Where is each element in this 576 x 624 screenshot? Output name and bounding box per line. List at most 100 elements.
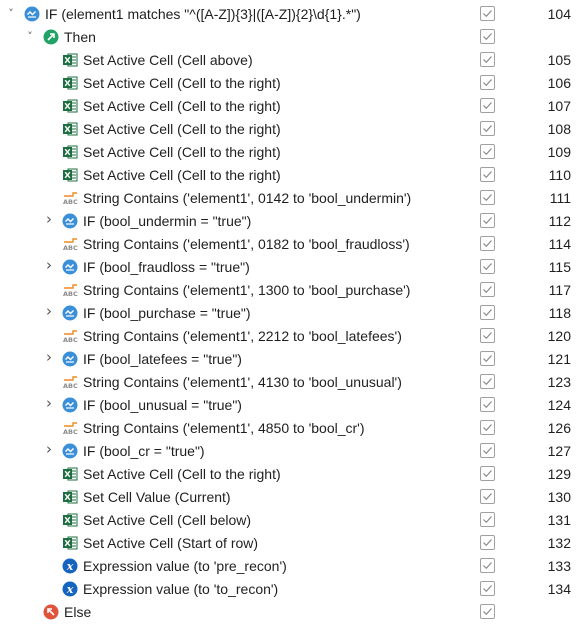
tree-row[interactable]: Set Active Cell (Cell to the right) 107 xyxy=(0,95,576,118)
enabled-checkbox[interactable] xyxy=(480,190,495,205)
enabled-checkbox[interactable] xyxy=(480,604,495,619)
enabled-checkbox[interactable] xyxy=(480,213,495,228)
enabled-checkbox[interactable] xyxy=(480,6,495,21)
excel-icon xyxy=(62,535,78,551)
checkmark-icon xyxy=(483,56,492,64)
checkmark-icon xyxy=(483,286,492,294)
enabled-checkbox[interactable] xyxy=(480,305,495,320)
tree-row[interactable]: Set Active Cell (Cell to the right) 106 xyxy=(0,72,576,95)
enabled-checkbox[interactable] xyxy=(480,259,495,274)
tree-row[interactable]: Set Active Cell (Cell to the right) 129 xyxy=(0,463,576,486)
line-number: 108 xyxy=(547,121,571,137)
if-condition-icon xyxy=(62,351,78,367)
chevron-right-icon[interactable]: › xyxy=(43,304,55,319)
tree-row[interactable]: ABC String Contains ('element1', 4130 to … xyxy=(0,371,576,394)
checkmark-icon xyxy=(483,470,492,478)
tree-row[interactable]: Set Active Cell (Cell to the right) 110 xyxy=(0,164,576,187)
enabled-checkbox[interactable] xyxy=(480,52,495,67)
tree-row[interactable]: › IF (bool_cr = "true") 127 xyxy=(0,440,576,463)
enabled-checkbox[interactable] xyxy=(480,535,495,550)
checkmark-icon xyxy=(483,240,492,248)
tree-row[interactable]: Set Active Cell (Cell below) 131 xyxy=(0,509,576,532)
chevron-right-icon[interactable]: › xyxy=(43,350,55,365)
checkmark-icon xyxy=(483,33,492,41)
action-label: Set Active Cell (Cell to the right) xyxy=(83,121,281,137)
tree-row[interactable]: › IF (bool_fraudloss = "true") 115 xyxy=(0,256,576,279)
line-number: 131 xyxy=(547,512,571,528)
chevron-down-icon[interactable]: ˅ xyxy=(5,7,17,21)
enabled-checkbox[interactable] xyxy=(480,397,495,412)
tree-row[interactable]: x Expression value (to 'to_recon') 134 xyxy=(0,578,576,601)
enabled-checkbox[interactable] xyxy=(480,167,495,182)
chevron-right-icon[interactable]: › xyxy=(43,396,55,411)
enabled-checkbox[interactable] xyxy=(480,466,495,481)
checkmark-icon xyxy=(483,10,492,18)
checkmark-icon xyxy=(483,516,492,524)
enabled-checkbox[interactable] xyxy=(480,512,495,527)
svg-text:ABC: ABC xyxy=(63,336,78,344)
action-label: Else xyxy=(64,604,92,620)
tree-row[interactable]: x Expression value (to 'pre_recon') 133 xyxy=(0,555,576,578)
line-number: 130 xyxy=(547,489,571,505)
action-label: IF (bool_purchase = "true") xyxy=(83,305,251,321)
checkmark-icon xyxy=(483,378,492,386)
enabled-checkbox[interactable] xyxy=(480,98,495,113)
tree-row[interactable]: › IF (bool_undermin = "true") 112 xyxy=(0,210,576,233)
tree-row[interactable]: ABC String Contains ('element1', 0142 to … xyxy=(0,187,576,210)
action-label: IF (bool_undermin = "true") xyxy=(83,213,252,229)
enabled-checkbox[interactable] xyxy=(480,374,495,389)
tree-row[interactable]: › IF (bool_purchase = "true") 118 xyxy=(0,302,576,325)
enabled-checkbox[interactable] xyxy=(480,443,495,458)
enabled-checkbox[interactable] xyxy=(480,328,495,343)
checkmark-icon xyxy=(483,148,492,156)
chevron-right-icon[interactable]: › xyxy=(43,258,55,273)
enabled-checkbox[interactable] xyxy=(480,236,495,251)
enabled-checkbox[interactable] xyxy=(480,121,495,136)
if-condition-icon xyxy=(62,259,78,275)
tree-row[interactable]: ABC String Contains ('element1', 2212 to … xyxy=(0,325,576,348)
svg-text:ABC: ABC xyxy=(63,428,78,436)
tree-row[interactable]: Set Active Cell (Start of row) 132 xyxy=(0,532,576,555)
tree-row[interactable]: ABC String Contains ('element1', 1300 to … xyxy=(0,279,576,302)
chevron-down-icon[interactable]: ˅ xyxy=(24,30,36,44)
enabled-checkbox[interactable] xyxy=(480,144,495,159)
checkmark-icon xyxy=(483,171,492,179)
checkmark-icon xyxy=(483,355,492,363)
tree-row[interactable]: ABC String Contains ('element1', 4850 to … xyxy=(0,417,576,440)
tree-row[interactable]: Set Active Cell (Cell to the right) 109 xyxy=(0,141,576,164)
action-label: String Contains ('element1', 4130 to 'bo… xyxy=(83,374,402,390)
enabled-checkbox[interactable] xyxy=(480,581,495,596)
checkmark-icon xyxy=(483,194,492,202)
line-number: 123 xyxy=(547,374,571,390)
line-number: 124 xyxy=(547,397,571,413)
enabled-checkbox[interactable] xyxy=(480,420,495,435)
chevron-right-icon[interactable]: › xyxy=(43,212,55,227)
tree-row[interactable]: › IF (bool_latefees = "true") 121 xyxy=(0,348,576,371)
enabled-checkbox[interactable] xyxy=(480,489,495,504)
string-abc-icon: ABC xyxy=(62,328,78,344)
enabled-checkbox[interactable] xyxy=(480,351,495,366)
tree-row[interactable]: ˅ IF (element1 matches "^([A-Z]){3}|([A-Z… xyxy=(0,3,576,26)
string-abc-icon: ABC xyxy=(62,236,78,252)
tree-row[interactable]: › IF (bool_unusual = "true") 124 xyxy=(0,394,576,417)
checkmark-icon xyxy=(483,125,492,133)
tree-row[interactable]: ABC String Contains ('element1', 0182 to … xyxy=(0,233,576,256)
tree-row[interactable]: ˅ Then xyxy=(0,26,576,49)
enabled-checkbox[interactable] xyxy=(480,75,495,90)
tree-row[interactable]: Set Active Cell (Cell above) 105 xyxy=(0,49,576,72)
tree-row[interactable]: Set Cell Value (Current) 130 xyxy=(0,486,576,509)
line-number: 134 xyxy=(547,581,571,597)
line-number: 132 xyxy=(547,535,571,551)
enabled-checkbox[interactable] xyxy=(480,29,495,44)
action-label: Then xyxy=(64,29,96,45)
svg-text:x: x xyxy=(66,583,74,596)
tree-row[interactable]: Set Active Cell (Cell to the right) 108 xyxy=(0,118,576,141)
chevron-right-icon[interactable]: › xyxy=(43,442,55,457)
action-label: Set Active Cell (Cell below) xyxy=(83,512,252,528)
enabled-checkbox[interactable] xyxy=(480,282,495,297)
action-label: Set Active Cell (Cell to the right) xyxy=(83,144,281,160)
action-label: Set Active Cell (Cell to the right) xyxy=(83,75,281,91)
svg-text:ABC: ABC xyxy=(63,244,78,252)
line-number: 106 xyxy=(547,75,571,91)
enabled-checkbox[interactable] xyxy=(480,558,495,573)
